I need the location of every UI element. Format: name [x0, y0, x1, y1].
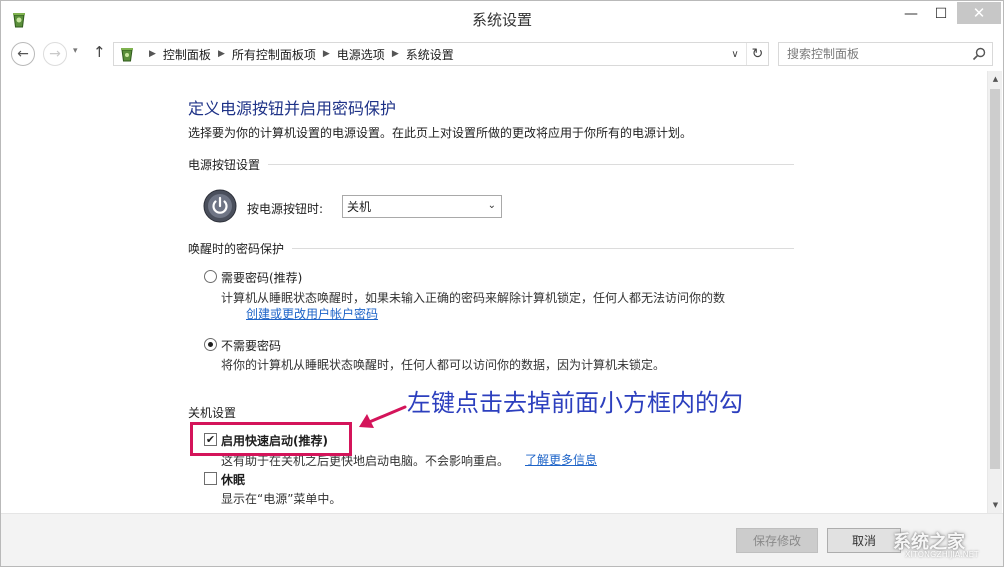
power-button-label: 按电源按钮时:	[247, 202, 324, 216]
window-title: 系统设置	[471, 11, 532, 29]
control-panel-icon	[121, 48, 133, 62]
up-level-button[interactable]: ↑	[93, 43, 106, 61]
no-password-label[interactable]: 不需要密码	[221, 337, 281, 354]
page-title: 定义电源按钮并启用密码保护	[188, 99, 397, 118]
require-password-description: 计算机从睡眠状态唤醒时，如果未输入正确的密码来解除计算机锁定，任何人都无法访问你…	[221, 291, 726, 305]
create-password-link[interactable]: 创建或更改用户帐户密码	[246, 305, 378, 322]
annotation-highlight-box	[190, 422, 352, 456]
address-dropdown-icon[interactable]: ∨	[726, 43, 744, 65]
system-settings-window: 系统设置 — ☐ ✕ ← → ▾ ↑ ▶ 控制面板 ▶ 所有控制面板项 ▶ 电源…	[0, 0, 1004, 567]
title-bar: 系统设置 — ☐ ✕	[1, 1, 1003, 37]
section-title: 电源按钮设置	[188, 158, 261, 172]
power-button-section-header: 电源按钮设置	[188, 156, 794, 173]
chevron-down-icon: ⌄	[487, 200, 496, 211]
breadcrumb: ▶ 控制面板 ▶ 所有控制面板项 ▶ 电源选项 ▶ 系统设置	[142, 43, 454, 65]
minimize-button[interactable]: —	[897, 1, 925, 27]
close-button[interactable]: ✕	[957, 2, 1001, 24]
navigation-bar: ← → ▾ ↑ ▶ 控制面板 ▶ 所有控制面板项 ▶ 电源选项 ▶ 系统设置 ∨…	[1, 37, 1003, 71]
hibernate-label[interactable]: 休眠	[221, 471, 245, 488]
breadcrumb-item[interactable]: 所有控制面板项	[232, 46, 316, 63]
breadcrumb-separator-icon[interactable]: ▶	[392, 49, 399, 59]
learn-more-link[interactable]: 了解更多信息	[525, 451, 597, 468]
back-button[interactable]: ←	[11, 42, 35, 66]
power-button-action-value: 关机	[347, 200, 372, 214]
require-password-radio[interactable]	[204, 270, 217, 283]
no-password-description: 将你的计算机从睡眠状态唤醒时，任何人都可以访问你的数据，因为计算机未锁定。	[221, 358, 666, 372]
breadcrumb-item[interactable]: 系统设置	[406, 46, 454, 63]
breadcrumb-item[interactable]: 电源选项	[337, 46, 385, 63]
search-icon[interactable]	[971, 46, 987, 62]
hibernate-checkbox[interactable]	[204, 472, 217, 485]
footer-bar: 保存修改 取消	[1, 513, 1003, 566]
search-input[interactable]	[779, 43, 969, 65]
scroll-up-icon[interactable]: ▲	[988, 71, 1003, 87]
refresh-button[interactable]: ↻	[746, 43, 768, 65]
breadcrumb-separator-icon[interactable]: ▶	[323, 49, 330, 59]
breadcrumb-separator-icon: ▶	[149, 49, 156, 59]
breadcrumb-separator-icon[interactable]: ▶	[218, 49, 225, 59]
annotation-arrow-icon	[359, 405, 407, 428]
maximize-button[interactable]: ☐	[927, 1, 955, 27]
watermark-url: XITONGZHIJIA.NET	[905, 550, 979, 559]
scrollbar-thumb[interactable]	[990, 89, 1000, 469]
section-divider	[268, 164, 794, 165]
hibernate-description: 显示在“电源”菜单中。	[221, 492, 342, 506]
page-description: 选择要为你的计算机设置的电源设置。在此页上对设置所做的更改将应用于你所有的电源计…	[188, 126, 693, 140]
search-box	[778, 42, 993, 66]
no-password-radio[interactable]	[204, 338, 217, 351]
section-divider	[292, 248, 794, 249]
power-button-action-select[interactable]: 关机 ⌄	[342, 195, 502, 218]
annotation-text: 左键点击去掉前面小方框内的勾	[407, 389, 743, 417]
require-password-label[interactable]: 需要密码(推荐)	[221, 269, 302, 286]
section-title: 唤醒时的密码保护	[188, 242, 285, 256]
wake-password-section-header: 唤醒时的密码保护	[188, 240, 794, 257]
address-bar[interactable]: ▶ 控制面板 ▶ 所有控制面板项 ▶ 电源选项 ▶ 系统设置 ∨ ↻	[113, 42, 769, 66]
forward-button[interactable]: →	[43, 42, 67, 66]
section-title: 关机设置	[188, 406, 237, 420]
save-changes-button[interactable]: 保存修改	[736, 528, 818, 553]
breadcrumb-item[interactable]: 控制面板	[163, 46, 211, 63]
vertical-scrollbar[interactable]: ▲ ▼	[987, 71, 1002, 513]
scroll-down-icon[interactable]: ▼	[988, 497, 1003, 513]
settings-content: 定义电源按钮并启用密码保护 选择要为你的计算机设置的电源设置。在此页上对设置所做…	[1, 71, 987, 513]
recent-locations-chevron-icon[interactable]: ▾	[73, 46, 78, 56]
power-icon	[203, 189, 237, 223]
